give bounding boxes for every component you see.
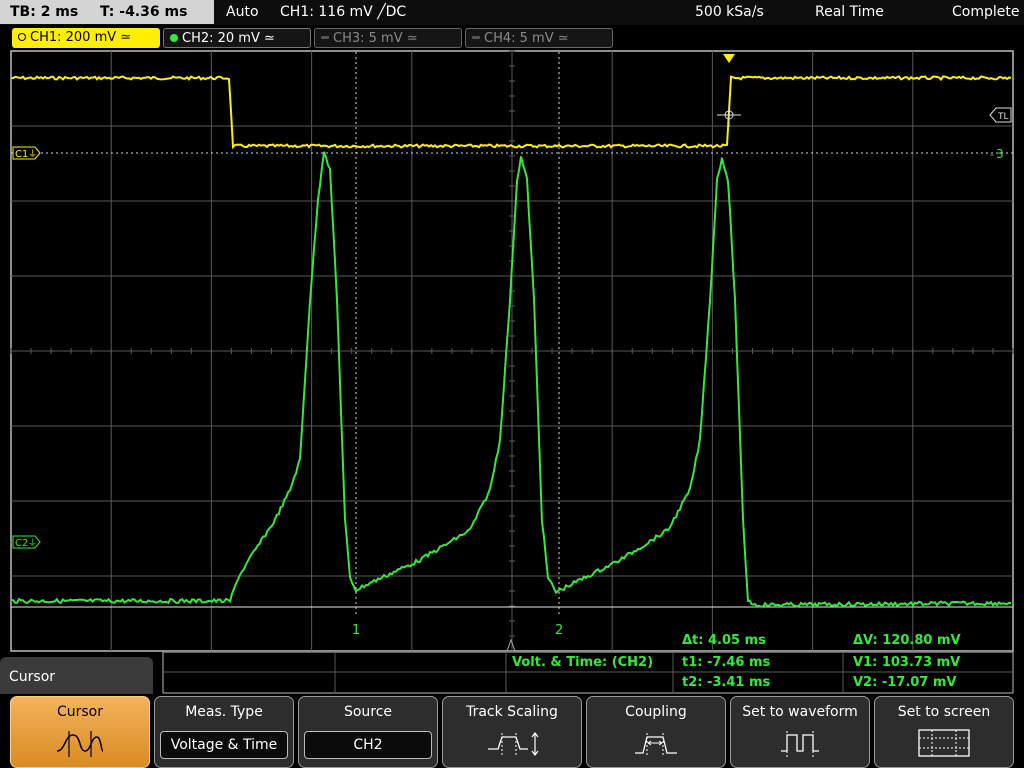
set-to-waveform-label: Set to waveform — [742, 704, 858, 720]
ch2-offset-label: C2 — [15, 538, 28, 549]
cursor-softkey[interactable]: Cursor — [10, 696, 150, 768]
coupling-softkey[interactable]: Coupling — [586, 696, 726, 768]
set-to-waveform-icon — [781, 731, 819, 757]
menu-title-label: Cursor — [9, 669, 56, 685]
waveform-display[interactable]: C1 ⏚ C2 ⏚ TL - 3 1 2 — [0, 0, 1024, 652]
cursor-measurement-panel: Volt. & Time: (CH2) Δt: 4.05 ms t1: -7.4… — [0, 633, 1024, 694]
source-value: CH2 — [304, 731, 432, 759]
svg-text:⏚: ⏚ — [28, 538, 37, 549]
v1-readout: V1: 103.73 mV — [853, 655, 961, 670]
cursor-waveform-icon — [56, 731, 104, 757]
set-to-screen-softkey[interactable]: Set to screen — [874, 696, 1014, 768]
track-scaling-label: Track Scaling — [466, 704, 558, 720]
ch2-offset-marker: C2 ⏚ — [12, 535, 41, 549]
set-to-screen-icon — [918, 729, 970, 757]
source-label: Source — [343, 704, 393, 720]
menu-title: Cursor — [0, 657, 153, 694]
trigger-level-label: TL — [997, 112, 1009, 122]
coupling-label: Coupling — [625, 704, 687, 720]
track-scaling-icon — [488, 732, 539, 756]
cursor-softkey-label: Cursor — [56, 704, 104, 720]
ch1-ref-marker: 3 — [996, 147, 1004, 161]
measurement-source: Volt. & Time: (CH2) — [512, 655, 654, 670]
v2-readout: V2: -17.07 mV — [853, 675, 957, 690]
meas-type-value: Voltage & Time — [160, 731, 288, 759]
track-scaling-softkey[interactable]: Track Scaling — [442, 696, 582, 768]
coupling-icon — [635, 733, 677, 757]
source-softkey[interactable]: Source CH2 — [298, 696, 438, 768]
t2-readout: t2: -3.41 ms — [682, 675, 771, 690]
cursor-2-label: 2 — [555, 623, 563, 638]
meas-type-softkey[interactable]: Meas. Type Voltage & Time — [154, 696, 294, 768]
ch1-offset-marker: C1 ⏚ — [12, 146, 41, 160]
ch1-dash-icon: - — [990, 148, 994, 161]
delta-t-readout: Δt: 4.05 ms — [682, 633, 766, 648]
set-to-screen-label: Set to screen — [897, 704, 991, 720]
delta-v-readout: ΔV: 120.80 mV — [853, 633, 961, 648]
cursor-1-label: 1 — [352, 623, 360, 638]
ch1-offset-label: C1 — [15, 149, 28, 160]
set-to-waveform-softkey[interactable]: Set to waveform — [730, 696, 870, 768]
svg-text:⏚: ⏚ — [28, 149, 37, 160]
meas-type-label: Meas. Type — [185, 704, 263, 720]
t1-readout: t1: -7.46 ms — [682, 655, 771, 670]
